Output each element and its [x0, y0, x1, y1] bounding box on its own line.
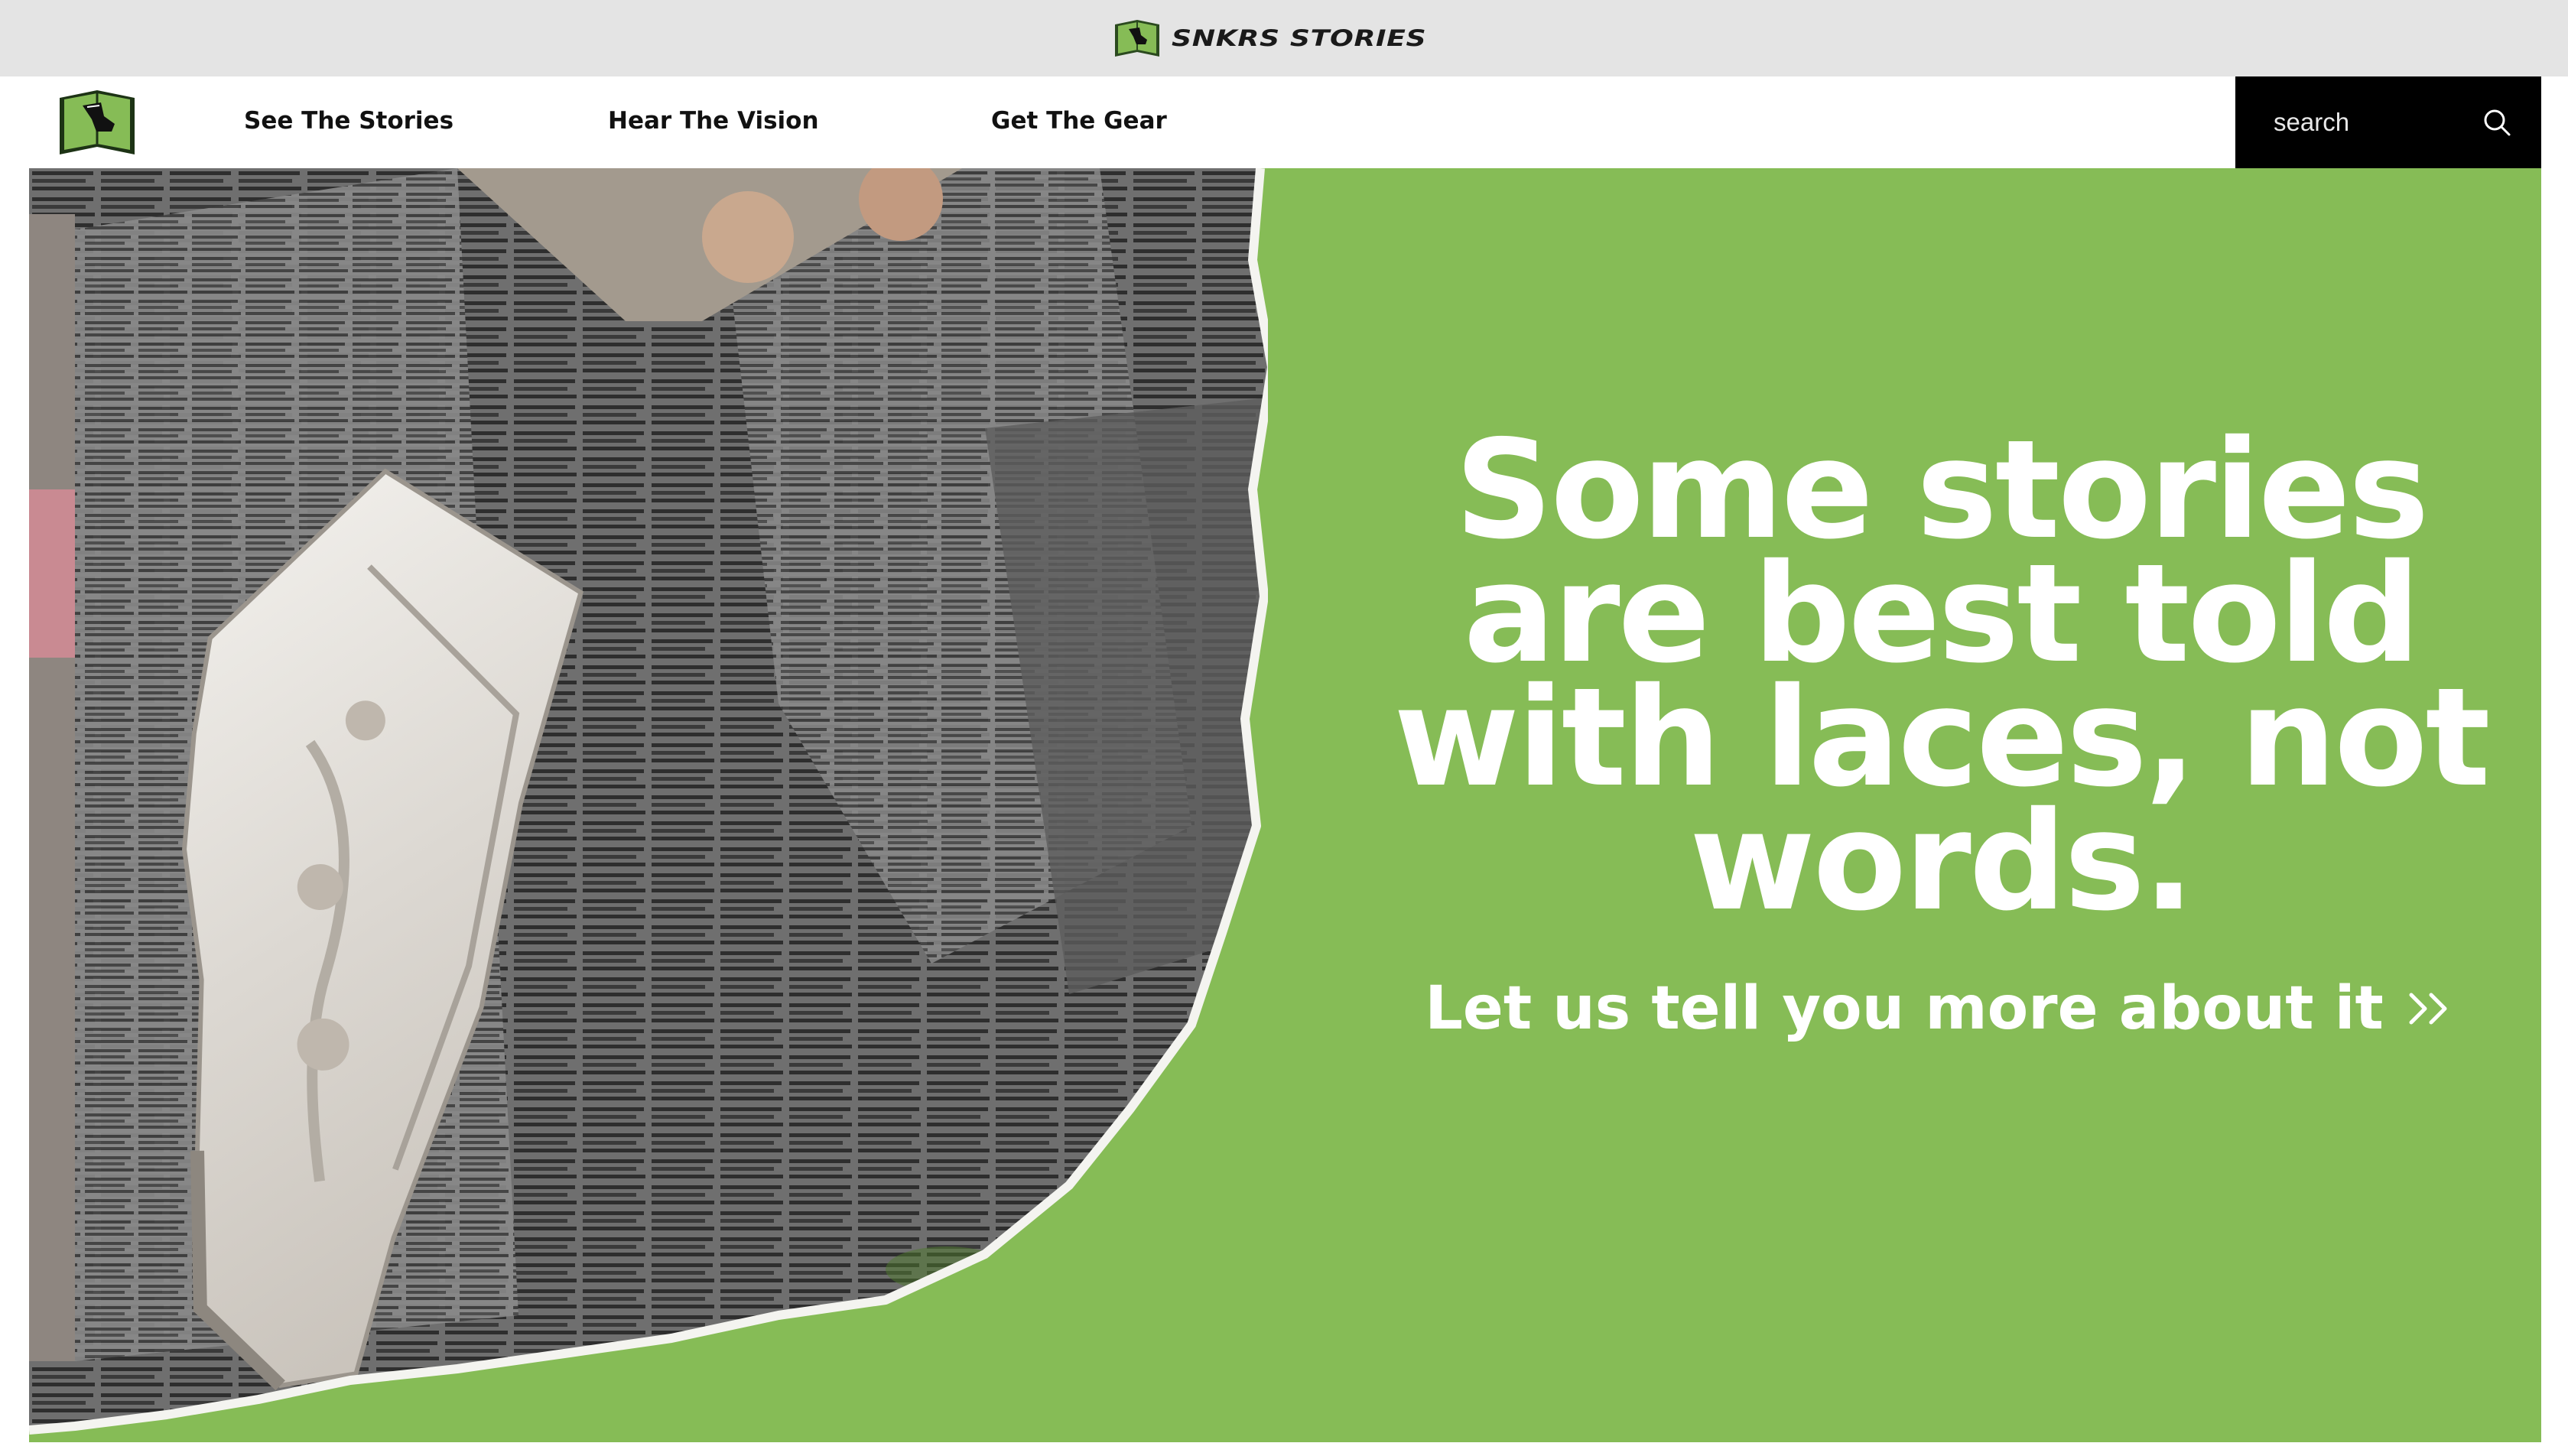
book-shoe-logo-icon [1115, 20, 1159, 57]
brand-wordmark: SNKRS STORIES [1172, 25, 1427, 51]
search-icon[interactable] [2480, 106, 2514, 139]
hero-section: Some stories are best told with laces, n… [29, 168, 2541, 1442]
double-chevron-right-icon [2409, 993, 2447, 1025]
brand-header-link[interactable]: SNKRS STORIES [1112, 15, 1426, 61]
hero-collage-image [29, 168, 1268, 1435]
top-brand-bar: SNKRS STORIES [0, 0, 2568, 76]
cta-label: Let us tell you more about it [1425, 974, 2384, 1043]
learn-more-link[interactable]: Let us tell you more about it [1425, 974, 2457, 1043]
main-navigation: See The Stories Hear The Vision Get The … [0, 76, 2568, 168]
search-input[interactable] [2272, 99, 2463, 145]
nav-link-get-the-gear[interactable]: Get The Gear [991, 107, 1167, 135]
search-box [2235, 76, 2541, 168]
book-shoe-logo-icon[interactable] [57, 84, 138, 161]
hero-text-block: Some stories are best told with laces, n… [1314, 411, 2541, 1044]
nav-link-hear-the-vision[interactable]: Hear The Vision [608, 107, 819, 135]
hero-headline: Some stories are best told with laces, n… [1393, 411, 2490, 941]
nav-link-see-the-stories[interactable]: See The Stories [244, 107, 453, 135]
